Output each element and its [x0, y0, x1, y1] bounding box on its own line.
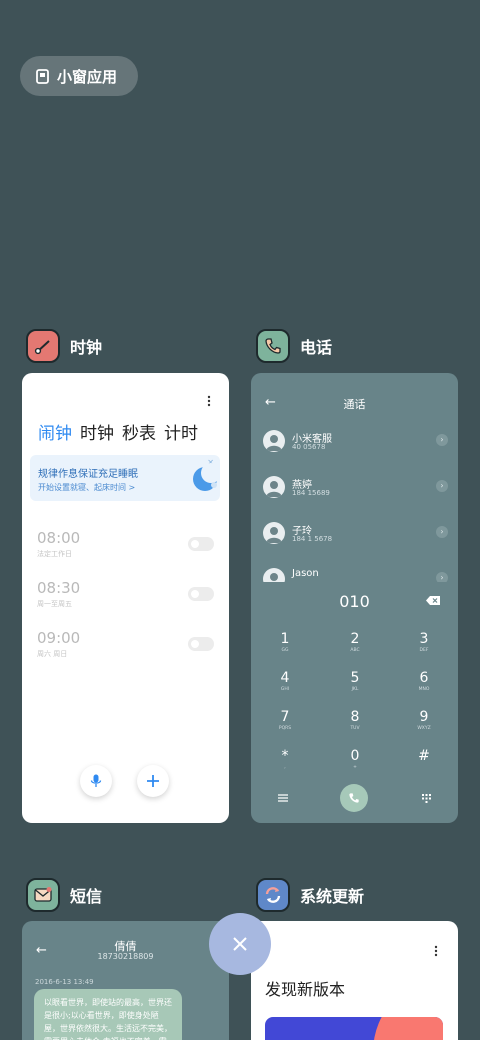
sms-contact-number: 18730218809: [97, 952, 154, 961]
clock-app-header[interactable]: 时钟: [26, 329, 102, 363]
updater-app-card[interactable]: 发现新版本: [251, 921, 458, 1040]
chevron-right-icon[interactable]: ›: [436, 526, 448, 538]
chevron-right-icon[interactable]: ›: [436, 480, 448, 492]
phone-app-card[interactable]: ← 通话 小米客服 40 05678 › 燕婷 184 15689 › 子玲 1…: [251, 373, 458, 823]
contact-number: 184 15689: [292, 489, 330, 497]
tab-timer[interactable]: 计时: [164, 419, 198, 444]
avatar: [263, 568, 285, 582]
dial-key-0[interactable]: 0 +: [330, 748, 380, 770]
clock-tabs: 闹钟 时钟 秒表 计时: [38, 419, 198, 444]
dial-key-star[interactable]: *,: [260, 748, 310, 770]
clear-all-button[interactable]: [209, 913, 271, 975]
tab-clock[interactable]: 时钟: [80, 419, 114, 444]
promo-title: 规律作息保证充足睡眠: [38, 469, 138, 480]
close-icon: [233, 937, 247, 951]
sms-app-header[interactable]: 短信: [26, 878, 102, 912]
tab-alarm[interactable]: 闹钟: [38, 419, 72, 444]
floating-window-icon: [36, 68, 49, 84]
dial-key-8[interactable]: 8 TUV: [330, 709, 380, 731]
dial-key-1[interactable]: 1 GG: [260, 631, 310, 653]
message-icon: [26, 878, 60, 912]
clock-app-card[interactable]: 闹钟 时钟 秒表 计时 规律作息保证充足睡眠 开始设置就寝、起床时间 > ✕ 0…: [22, 373, 229, 823]
dial-key-4[interactable]: 4 GHI: [260, 670, 310, 692]
floating-window-button[interactable]: 小窗应用: [20, 56, 138, 96]
more-menu-icon[interactable]: [207, 395, 211, 407]
clock-icon: [26, 329, 60, 363]
alarm-item[interactable]: 08:30 周一至周五: [37, 579, 80, 609]
dial-key-hash[interactable]: #: [399, 748, 449, 765]
clock-app-title: 时钟: [70, 338, 103, 357]
dial-key-2[interactable]: 2 ABC: [330, 631, 380, 653]
avatar: [263, 476, 285, 498]
update-icon: [256, 878, 290, 912]
alarm-toggle[interactable]: [188, 537, 214, 551]
dial-key-9[interactable]: 9 WXYZ: [399, 709, 449, 731]
sms-app-card[interactable]: ← 倩倩 18730218809 2016-6-13 13:49 以眼看世界，即…: [22, 921, 229, 1040]
avatar: [263, 522, 285, 544]
floating-window-label: 小窗应用: [57, 67, 118, 86]
phone-app-header[interactable]: 电话: [256, 329, 332, 363]
dial-key-6[interactable]: 6 MNO: [399, 670, 449, 692]
dial-key-7[interactable]: 7 PQRS: [260, 709, 310, 731]
update-heading: 发现新版本: [265, 980, 346, 999]
alarm-item[interactable]: 08:00 法定工作日: [37, 529, 80, 559]
contact-item[interactable]: 子玲 184 1 5678 ›: [263, 522, 448, 546]
plus-icon: [147, 775, 159, 787]
chevron-right-icon[interactable]: ›: [436, 572, 448, 582]
call-button[interactable]: [340, 784, 368, 812]
sleep-promo-banner[interactable]: 规律作息保证充足睡眠 开始设置就寝、起床时间 > ✕: [30, 455, 220, 501]
dial-key-3[interactable]: 3 DEF: [399, 631, 449, 653]
alarm-repeat: 法定工作日: [37, 550, 72, 558]
contact-name: Jason: [292, 568, 319, 579]
phone-icon: [349, 793, 359, 803]
alarm-time: 09:00: [37, 629, 81, 647]
dial-key-5[interactable]: 5 JKL: [330, 670, 380, 692]
voice-alarm-button[interactable]: [80, 765, 112, 797]
contact-number: 184 1 5678: [292, 535, 333, 543]
chevron-right-icon[interactable]: ›: [436, 434, 448, 446]
updater-app-title: 系统更新: [300, 887, 365, 906]
more-menu-icon[interactable]: [434, 945, 438, 957]
message-date: 2016-6-13 13:49: [35, 978, 94, 986]
contact-item[interactable]: 燕婷 184 15689 ›: [263, 476, 448, 500]
tab-stopwatch[interactable]: 秒表: [122, 419, 156, 444]
menu-icon[interactable]: [278, 794, 288, 802]
dialpad-icon[interactable]: [422, 794, 431, 803]
alarm-item[interactable]: 09:00 周六 周日: [37, 629, 80, 659]
alarm-toggle[interactable]: [188, 587, 214, 601]
updater-app-header[interactable]: 系统更新: [256, 878, 364, 912]
contact-item[interactable]: Jason ›: [263, 568, 448, 582]
phone-title: 通话: [343, 398, 366, 411]
message-bubble[interactable]: 以眼看世界，即使站的最高，世界还是很小;以心看世界，即使身处陋屋，世界依然很大。…: [34, 989, 182, 1040]
microphone-icon: [90, 774, 102, 787]
contact-item[interactable]: 小米客服 40 05678 ›: [263, 430, 448, 454]
alarm-repeat: 周一至周五: [37, 600, 72, 608]
phone-icon: [256, 329, 290, 363]
sms-app-title: 短信: [70, 887, 103, 906]
moon-icon: [193, 463, 220, 491]
phone-app-title: 电话: [300, 338, 333, 357]
add-alarm-button[interactable]: [137, 765, 169, 797]
alarm-repeat: 周六 周日: [37, 650, 68, 658]
contact-number: 40 05678: [292, 443, 326, 451]
alarm-toggle[interactable]: [188, 637, 214, 651]
promo-subtitle: 开始设置就寝、起床时间 >: [38, 483, 136, 492]
alarm-time: 08:00: [37, 529, 81, 547]
avatar: [263, 430, 285, 452]
update-banner: [265, 1017, 443, 1040]
backspace-icon[interactable]: [426, 596, 440, 605]
alarm-time: 08:30: [37, 579, 81, 597]
